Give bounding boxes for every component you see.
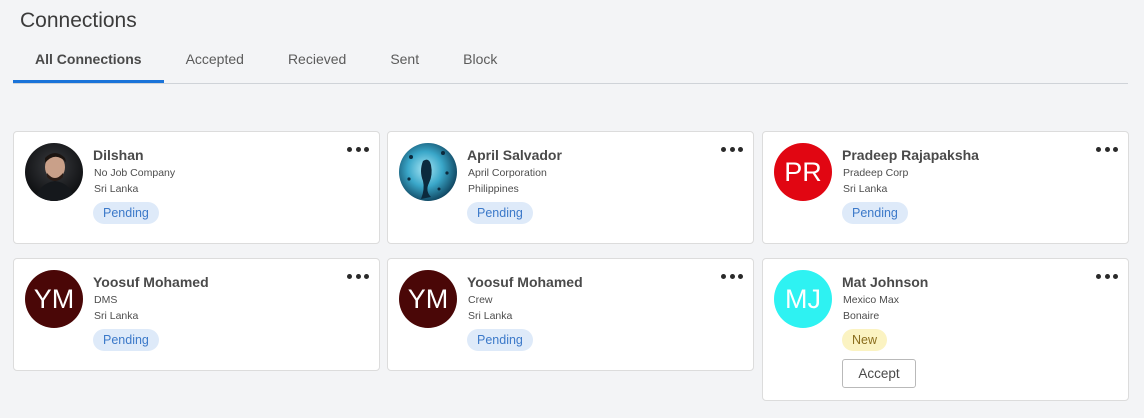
connection-company: Pradeep Corp [843, 167, 909, 179]
connection-card: YM Yoosuf Mohamed DMS Sri Lanka Pending [13, 258, 380, 371]
avatar: YM [25, 270, 83, 328]
tab-sent[interactable]: Sent [368, 40, 441, 83]
connection-company: Crew [468, 294, 493, 306]
connection-card: YM Yoosuf Mohamed Crew Sri Lanka Pending [387, 258, 754, 371]
mermaid-photo-avatar-icon [399, 143, 457, 201]
status-badge: Pending [93, 329, 159, 351]
connection-name: Mat Johnson [842, 274, 929, 290]
connection-card: MJ Mat Johnson Mexico Max Bonaire New Ac… [762, 258, 1129, 401]
connection-company: April Corporation [468, 167, 547, 179]
connection-name: April Salvador [467, 147, 562, 163]
connection-card: April Salvador April Corporation Philipp… [387, 131, 754, 244]
connection-country: Sri Lanka [843, 183, 888, 195]
connection-name: Dilshan [93, 147, 144, 163]
connection-card: PR Pradeep Rajapaksha Pradeep Corp Sri L… [762, 131, 1129, 244]
status-badge: Pending [467, 202, 533, 224]
avatar: MJ [774, 270, 832, 328]
connection-card: Dilshan No Job Company Sri Lanka Pending [13, 131, 380, 244]
avatar [25, 143, 83, 201]
connection-country: Sri Lanka [468, 310, 513, 322]
status-badge: Pending [467, 329, 533, 351]
connection-company: No Job Company [94, 167, 176, 179]
status-badge: New [842, 329, 888, 351]
more-dots-icon[interactable] [1096, 270, 1118, 282]
more-dots-icon[interactable] [347, 143, 369, 155]
tab-recieved[interactable]: Recieved [266, 40, 368, 83]
more-dots-icon[interactable] [347, 270, 369, 282]
tab-all-connections[interactable]: All Connections [13, 40, 164, 83]
status-badge: Pending [93, 202, 159, 224]
connection-company: DMS [94, 294, 118, 306]
avatar [399, 143, 457, 201]
more-dots-icon[interactable] [1096, 143, 1118, 155]
person-photo-avatar-icon [25, 143, 83, 201]
tab-accepted[interactable]: Accepted [164, 40, 266, 83]
page-title: Connections [20, 9, 137, 32]
connection-company: Mexico Max [843, 294, 900, 306]
tab-bar: All Connections Accepted Recieved Sent B… [13, 40, 1128, 84]
connection-name: Yoosuf Mohamed [467, 274, 583, 290]
status-badge: Pending [842, 202, 908, 224]
avatar: YM [399, 270, 457, 328]
tab-block[interactable]: Block [441, 40, 519, 83]
more-dots-icon[interactable] [721, 270, 743, 282]
connection-country: Sri Lanka [94, 183, 139, 195]
accept-button[interactable]: Accept [842, 359, 916, 388]
connection-name: Yoosuf Mohamed [93, 274, 209, 290]
connection-country: Bonaire [843, 310, 880, 322]
connections-page: Connections All Connections Accepted Rec… [0, 0, 1144, 418]
avatar: PR [774, 143, 832, 201]
connection-name: Pradeep Rajapaksha [842, 147, 979, 163]
connection-country: Sri Lanka [94, 310, 139, 322]
connection-country: Philippines [468, 183, 519, 195]
more-dots-icon[interactable] [721, 143, 743, 155]
